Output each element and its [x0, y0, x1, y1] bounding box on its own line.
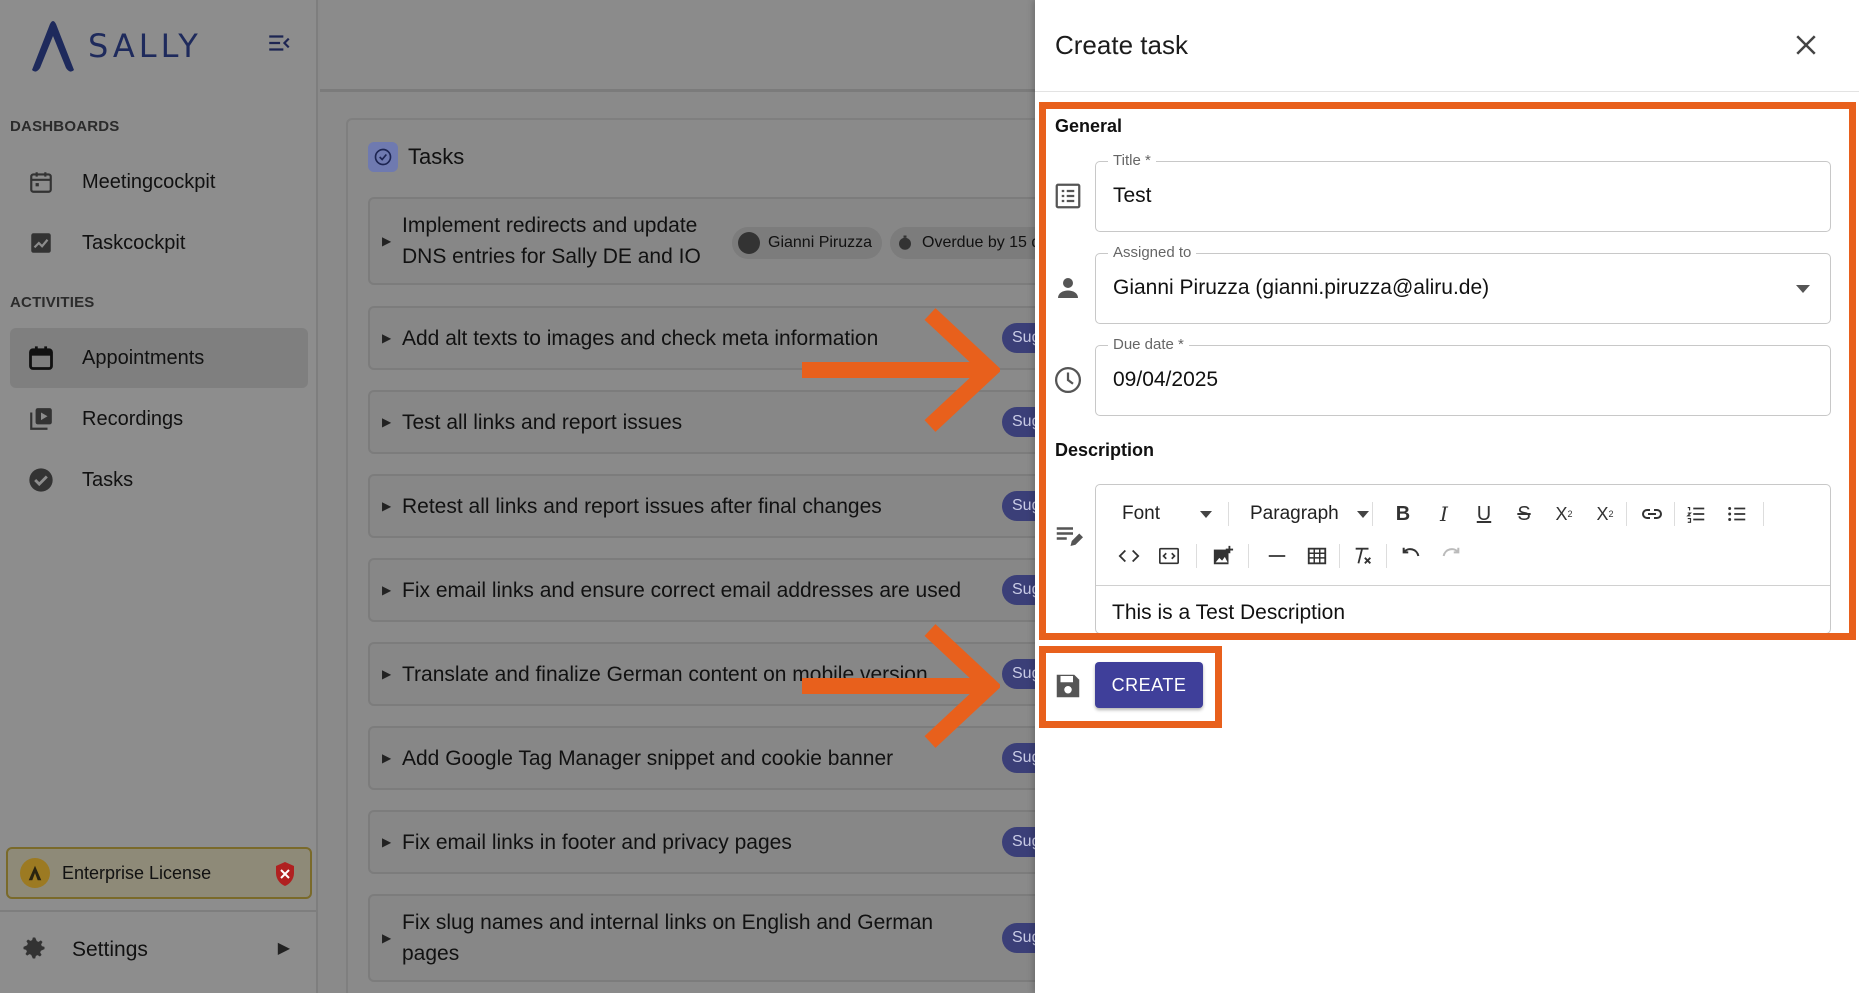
calendar-icon	[26, 167, 56, 197]
task-row[interactable]: ▶ Fix email links and ensure correct ema…	[368, 558, 1072, 622]
sidebar: SALLY DASHBOARDS Meetingcockpit Taskcock…	[0, 0, 318, 993]
expand-caret-icon[interactable]: ▶	[382, 667, 402, 681]
gear-icon	[20, 934, 48, 967]
task-row[interactable]: ▶ Fix email links in footer and privacy …	[368, 810, 1072, 874]
expand-caret-icon[interactable]: ▶	[382, 931, 402, 945]
calendar-icon	[26, 343, 56, 373]
expand-caret-icon[interactable]: ▶	[382, 583, 402, 597]
section-label-dashboards: DASHBOARDS	[10, 118, 120, 135]
top-bar	[320, 0, 1040, 92]
task-title: Implement redirects and update DNS entri…	[402, 214, 701, 268]
drawer-title: Create task	[1055, 30, 1188, 60]
close-icon[interactable]	[1791, 30, 1821, 60]
sidebar-item-label: Taskcockpit	[82, 231, 186, 254]
avatar	[738, 232, 760, 254]
highlight-box-form	[1039, 102, 1856, 640]
settings-label: Settings	[72, 938, 148, 961]
expand-caret-icon[interactable]: ▶	[382, 415, 402, 429]
chart-icon	[26, 228, 56, 258]
sidebar-item-meetingcockpit[interactable]: Meetingcockpit	[10, 152, 308, 212]
expand-caret-icon[interactable]: ▶	[382, 331, 402, 345]
shield-icon	[274, 861, 296, 887]
assignee-name: Gianni Piruzza	[768, 234, 873, 251]
sidebar-item-taskcockpit[interactable]: Taskcockpit	[10, 213, 308, 273]
check-circle-icon	[26, 465, 56, 495]
sidebar-item-label: Recordings	[82, 407, 184, 430]
license-label: Enterprise License	[62, 862, 212, 883]
sidebar-item-tasks[interactable]: Tasks	[10, 450, 308, 510]
logo-text: SALLY	[88, 27, 202, 65]
task-title: Test all links and report issues	[402, 410, 683, 434]
expand-caret-icon[interactable]: ▶	[382, 751, 402, 765]
app-logo[interactable]: SALLY	[24, 18, 202, 74]
task-title: Fix email links and ensure correct email…	[402, 578, 962, 602]
expand-caret-icon[interactable]: ▶	[382, 499, 402, 513]
sally-logo-icon	[32, 21, 74, 72]
license-logo-icon	[20, 858, 50, 888]
task-row[interactable]: ▶ Fix slug names and internal links on E…	[368, 894, 1072, 982]
sidebar-item-label: Appointments	[82, 346, 205, 369]
assignee-chip: Gianni Piruzza	[732, 227, 883, 259]
task-row[interactable]: ▶ Implement redirects and update DNS ent…	[368, 197, 1072, 285]
highlight-box-create	[1039, 646, 1222, 728]
annotation-arrow-icon	[802, 624, 1000, 748]
due-text: Overdue by 15 d	[922, 234, 1041, 251]
task-row[interactable]: ▶ Retest all links and report issues aft…	[368, 474, 1072, 538]
annotation-arrow-icon	[802, 308, 1000, 432]
chevron-right-icon: ▶	[277, 940, 290, 957]
drawer-divider	[1035, 91, 1859, 92]
timer-icon	[899, 235, 911, 250]
create-task-drawer: Create task General Title * Test Assigne…	[1035, 0, 1859, 993]
sidebar-item-label: Meetingcockpit	[82, 170, 216, 193]
sidebar-divider	[0, 910, 318, 912]
sidebar-item-appointments[interactable]: Appointments	[10, 328, 308, 388]
sidebar-item-settings[interactable]: Settings ▶	[20, 930, 290, 970]
task-title: Fix slug names and internal links on Eng…	[402, 911, 934, 965]
sidebar-item-label: Tasks	[82, 468, 134, 491]
enterprise-license-badge[interactable]: Enterprise License	[6, 847, 312, 899]
task-title: Fix email links in footer and privacy pa…	[402, 830, 792, 854]
expand-caret-icon[interactable]: ▶	[382, 234, 402, 248]
tasks-title: Tasks	[408, 144, 465, 169]
expand-caret-icon[interactable]: ▶	[382, 835, 402, 849]
task-title: Retest all links and report issues after…	[402, 494, 882, 518]
collapse-menu-icon[interactable]	[266, 30, 296, 60]
section-label-activities: ACTIVITIES	[10, 294, 95, 311]
sidebar-item-recordings[interactable]: Recordings	[10, 389, 308, 449]
tasks-header: Tasks	[368, 142, 464, 172]
video-library-icon	[26, 404, 56, 434]
task-check-icon	[368, 142, 398, 172]
